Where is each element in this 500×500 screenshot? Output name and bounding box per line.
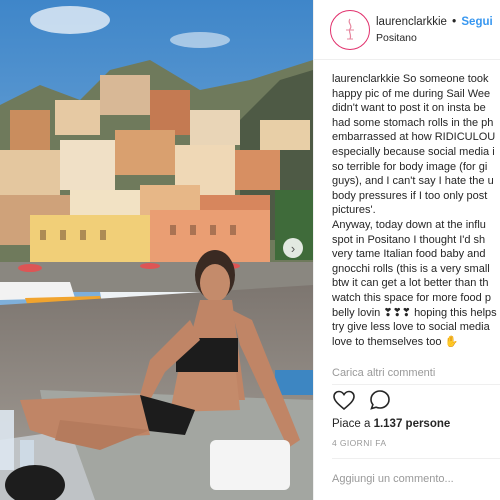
- caption-line: so terrible for body image (for gi: [332, 160, 488, 173]
- caption-line: belly lovin ❣❣❣ hoping this helps: [332, 306, 497, 319]
- beach-photo-image: [0, 0, 313, 500]
- avatar[interactable]: [330, 9, 370, 50]
- load-more-comments-link[interactable]: Carica altri commenti: [332, 367, 435, 379]
- caption: laurenclarkkie So someone took happy pic…: [332, 72, 500, 349]
- caption-line: happy pic of me during Sail Wee: [332, 87, 491, 100]
- divider: [332, 458, 500, 459]
- caption-line: had some stomach rolls in the ph: [332, 116, 494, 129]
- post-details-panel: laurenclarkkie • Segui Positano laurencl…: [313, 0, 500, 500]
- post-header-text: laurenclarkkie • Segui Positano: [376, 15, 493, 45]
- caption-username-link[interactable]: laurenclarkkie: [332, 73, 400, 85]
- caption-line: laurenclarkkie So someone took: [332, 72, 500, 87]
- post-photo[interactable]: ›: [0, 0, 313, 500]
- follow-button[interactable]: Segui: [461, 16, 492, 28]
- caption-line: love to themselves too ✋: [332, 335, 459, 348]
- header-row: laurenclarkkie • Segui: [376, 15, 493, 29]
- username-link[interactable]: laurenclarkkie: [376, 16, 447, 28]
- separator-dot: •: [452, 15, 457, 28]
- caption-line: embarrassed at how RIDICULOU: [332, 131, 496, 144]
- caption-line: very tame Italian food baby and: [332, 248, 486, 261]
- caption-line: guys), and I can't say I hate the u: [332, 175, 494, 188]
- caption-line: btw it can get a lot better than th: [332, 277, 489, 290]
- next-photo-arrow-icon[interactable]: ›: [283, 238, 303, 258]
- caption-line: didn't want to post it on insta be: [332, 102, 486, 115]
- divider: [332, 384, 500, 385]
- heart-icon[interactable]: [332, 388, 356, 412]
- caption-line: pictures'.: [332, 204, 376, 217]
- caption-line: watch this space for more food p: [332, 291, 491, 304]
- likes-count[interactable]: Piace a 1.137 persone: [332, 418, 450, 430]
- add-comment-input[interactable]: Aggiungi un commento...: [332, 473, 454, 485]
- caption-line: Anyway, today down at the influ: [332, 218, 486, 231]
- post-header: laurenclarkkie • Segui Positano: [314, 0, 500, 60]
- likes-number: 1.137: [373, 418, 403, 430]
- caption-line: body pressures if I too only post: [332, 189, 488, 202]
- likes-prefix: Piace a: [332, 418, 374, 430]
- caption-line: especially because social media i: [332, 145, 495, 158]
- caption-line: spot in Positano I thought I'd sh: [332, 233, 486, 246]
- caption-line: gnocchi rolls (this is a very small: [332, 262, 490, 275]
- avatar-illustration-icon: [334, 13, 366, 46]
- post-date: 4 GIORNI FA: [332, 438, 387, 448]
- likes-suffix: persone: [402, 418, 451, 430]
- action-bar: [332, 388, 392, 412]
- caption-text: So someone took: [399, 73, 489, 85]
- location-link[interactable]: Positano: [376, 32, 493, 45]
- caption-line: try give less love to social media: [332, 321, 490, 334]
- comment-icon[interactable]: [368, 388, 392, 412]
